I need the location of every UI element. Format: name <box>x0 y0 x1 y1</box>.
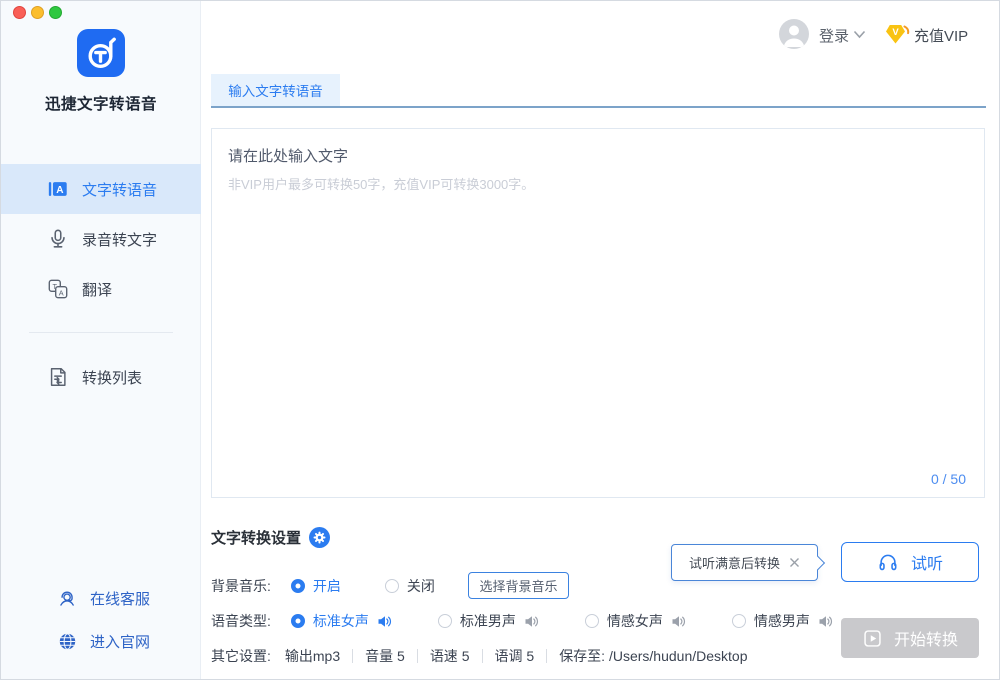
speaker-icon <box>819 615 832 627</box>
bg-music-label: 背景音乐: <box>211 578 271 594</box>
voice-option-standard-female[interactable]: 标准女声 <box>290 611 392 631</box>
tooltip-arrow <box>810 555 826 571</box>
radio-off[interactable] <box>384 579 399 593</box>
app-window: 迅捷文字转语音 A 文字转语音 录音转文字 T A 翻译 转换列表 在线客服 进… <box>0 0 1000 680</box>
tab-input-text-to-speech[interactable]: 输入文字转语音 <box>211 74 340 106</box>
placeholder-title: 请在此处输入文字 <box>228 148 349 165</box>
close-icon[interactable] <box>789 557 800 568</box>
sidebar-item-translate[interactable]: T A 翻译 <box>1 264 201 314</box>
bg-music-option-off[interactable]: 关闭 <box>384 576 435 596</box>
translate-icon: T A <box>48 279 68 299</box>
other-settings-label: 其它设置: <box>211 648 271 664</box>
headphones-icon <box>879 554 897 571</box>
preview-button[interactable]: 试听 <box>841 542 979 582</box>
svg-text:A: A <box>59 288 64 297</box>
globe-icon <box>59 633 76 650</box>
radio-emotional-female[interactable] <box>584 614 599 628</box>
text-input-area[interactable]: 请在此处输入文字 非VIP用户最多可转换50字，充值VIP可转换3000字。 0… <box>211 128 985 498</box>
output-format-setting[interactable]: 输出mp3 <box>285 646 340 666</box>
login-button[interactable]: 登录 <box>819 25 849 46</box>
avatar[interactable] <box>779 19 809 49</box>
sidebar-item-label: 文字转语音 <box>82 181 158 199</box>
play-icon <box>864 629 881 647</box>
voice-type-label: 语音类型: <box>211 613 271 629</box>
preview-tooltip: 试听满意后转换 <box>671 544 826 581</box>
recharge-vip-button[interactable]: 充值VIP <box>914 25 968 46</box>
maximize-window-button[interactable] <box>49 6 62 19</box>
tooltip-text: 试听满意后转换 <box>688 556 780 571</box>
preview-button-label: 试听 <box>910 556 943 573</box>
separator <box>481 649 483 663</box>
bg-music-option-on[interactable]: 开启 <box>290 576 341 596</box>
footer-link-label: 在线客服 <box>90 591 151 608</box>
radio-standard-female[interactable] <box>290 614 305 628</box>
voice-type-row: 语音类型: 标准女声 标准男声 情感女声 情感男声 <box>211 613 833 629</box>
customer-service-icon <box>60 591 74 606</box>
svg-text:V: V <box>892 27 899 38</box>
pitch-setting[interactable]: 语调 5 <box>495 646 535 666</box>
separator <box>546 649 548 663</box>
voice-option-emotional-male[interactable]: 情感男声 <box>731 611 833 631</box>
bg-music-row: 背景音乐: 开启 关闭 <box>211 578 435 594</box>
tab-underline <box>211 106 986 108</box>
conversion-list-icon <box>50 368 66 386</box>
close-window-button[interactable] <box>13 6 26 19</box>
official-site-link[interactable]: 进入官网 <box>1 620 201 663</box>
minimize-window-button[interactable] <box>31 6 44 19</box>
sidebar: 迅捷文字转语音 A 文字转语音 录音转文字 T A 翻译 转换列表 在线客服 进… <box>1 1 201 679</box>
speaker-icon <box>378 615 391 627</box>
gear-icon[interactable] <box>309 527 331 548</box>
online-support-link[interactable]: 在线客服 <box>1 577 201 620</box>
sidebar-item-conversion-list[interactable]: 转换列表 <box>1 352 201 402</box>
vip-badge-icon: V <box>886 25 910 44</box>
app-logo-icon <box>77 29 125 77</box>
window-controls <box>13 6 62 19</box>
radio-standard-male[interactable] <box>437 614 452 628</box>
sidebar-item-text-to-speech[interactable]: A 文字转语音 <box>1 164 201 214</box>
sidebar-nav: A 文字转语音 录音转文字 T A 翻译 <box>1 164 201 314</box>
speed-setting[interactable]: 语速 5 <box>430 646 470 666</box>
convert-button-label: 开始转换 <box>893 632 958 649</box>
volume-setting[interactable]: 音量 5 <box>365 646 405 666</box>
sidebar-divider <box>29 332 173 333</box>
sidebar-item-speech-to-text[interactable]: 录音转文字 <box>1 214 201 264</box>
choose-bg-music-button[interactable]: 选择背景音乐 <box>468 572 569 599</box>
start-convert-button[interactable]: 开始转换 <box>841 618 979 658</box>
sidebar-footer: 在线客服 进入官网 <box>1 577 201 663</box>
settings-title: 文字转换设置 <box>211 530 302 547</box>
radio-on[interactable] <box>290 579 305 593</box>
speaker-icon <box>525 615 538 627</box>
sidebar-item-label: 翻译 <box>82 281 113 299</box>
settings-title-row: 文字转换设置 <box>211 527 331 548</box>
text-to-speech-icon: A <box>48 182 67 196</box>
sidebar-item-label: 转换列表 <box>82 369 143 387</box>
voice-option-emotional-female[interactable]: 情感女声 <box>584 611 686 631</box>
save-path-setting[interactable]: 保存至: /Users/hudun/Desktop <box>559 646 747 666</box>
app-title: 迅捷文字转语音 <box>44 96 157 113</box>
user-icon <box>783 25 805 47</box>
chevron-down-icon[interactable] <box>853 30 866 39</box>
radio-emotional-male[interactable] <box>731 614 746 628</box>
microphone-icon <box>51 229 65 248</box>
footer-link-label: 进入官网 <box>90 634 151 651</box>
sidebar-item-label: 录音转文字 <box>82 231 158 249</box>
svg-text:A: A <box>56 185 64 196</box>
voice-option-standard-male[interactable]: 标准男声 <box>437 611 539 631</box>
separator <box>416 649 418 663</box>
char-counter: 0 / 50 <box>930 471 966 487</box>
other-settings-row: 其它设置: 输出mp3 音量 5 语速 5 语调 5 保存至: /Users/h… <box>211 648 747 664</box>
speaker-icon <box>672 615 685 627</box>
placeholder-hint: 非VIP用户最多可转换50字，充值VIP可转换3000字。 <box>228 177 535 192</box>
separator <box>352 649 354 663</box>
